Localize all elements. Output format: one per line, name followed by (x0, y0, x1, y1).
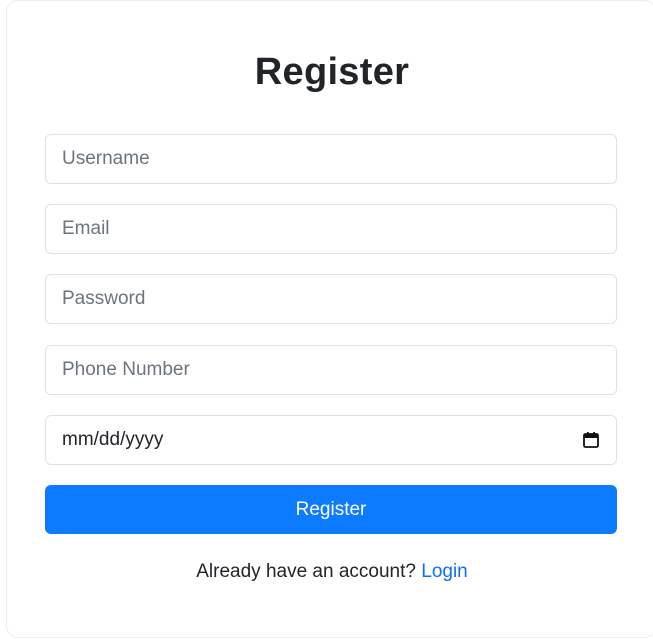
register-card: Register Username Email Password Phone N… (6, 0, 653, 638)
page-title: Register (254, 51, 410, 93)
username-input[interactable]: Username (45, 134, 617, 184)
login-prompt-text: Already have an account? (196, 561, 416, 582)
username-placeholder: Username (62, 148, 150, 169)
email-input[interactable]: Email (45, 204, 617, 254)
date-of-birth-input[interactable]: mm/dd/yyyy (45, 415, 617, 465)
calendar-icon[interactable] (582, 431, 600, 449)
email-placeholder: Email (62, 218, 110, 239)
register-button[interactable]: Register (45, 485, 617, 534)
login-prompt: Already have an account? Login (7, 561, 653, 583)
phone-number-placeholder: Phone Number (62, 359, 190, 380)
password-placeholder: Password (62, 288, 146, 309)
date-placeholder: mm/dd/yyyy (62, 429, 164, 450)
password-input[interactable]: Password (45, 274, 617, 324)
login-link[interactable]: Login (421, 561, 468, 582)
phone-number-input[interactable]: Phone Number (45, 345, 617, 395)
